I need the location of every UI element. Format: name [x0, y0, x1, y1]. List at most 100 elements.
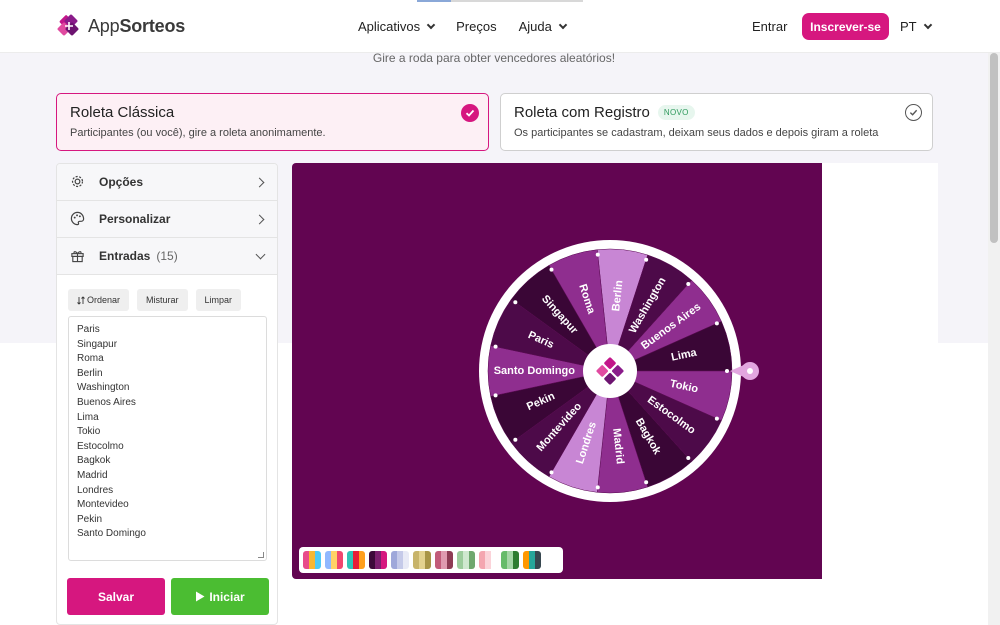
language-label: PT [900, 19, 917, 34]
wheel-peg [493, 344, 498, 349]
chevron-down-icon [255, 249, 266, 260]
sidebar-customize[interactable]: Personalizar [57, 201, 277, 238]
entry-line: Estocolmo [77, 440, 124, 452]
nav-pricing[interactable]: Preços [456, 19, 496, 34]
check-circle-outline-icon [905, 104, 922, 121]
mode-classic-title: Roleta Clássica [70, 104, 175, 121]
wheel-peg [513, 300, 518, 305]
entry-line: Berlin [77, 367, 103, 379]
sidebar-entries[interactable]: Entradas (15) [57, 238, 277, 275]
resize-handle-icon[interactable] [258, 552, 264, 558]
palette-swatch[interactable] [501, 551, 519, 569]
gift-icon [70, 248, 86, 264]
entry-line: Londres [77, 484, 114, 496]
entry-line: Lima [77, 411, 99, 423]
palette-swatch[interactable] [457, 551, 475, 569]
sort-label: Ordenar [87, 295, 121, 305]
wheel-peg [686, 282, 691, 287]
mode-card-classic[interactable]: Roleta Clássica Participantes (ou você),… [56, 93, 489, 151]
sort-icon [77, 295, 85, 305]
wheel-stage: Berlin Washington Buenos Aires Lima Tokio Est… [292, 163, 822, 579]
sort-button[interactable]: Ordenar [68, 289, 130, 311]
mode-registro-title: Roleta com Registro [514, 104, 650, 121]
chevron-right-icon [254, 177, 265, 188]
logo[interactable]: AppSorteos [56, 13, 185, 39]
top-tab-track [451, 0, 583, 2]
wheel-peg [644, 257, 649, 262]
start-button[interactable]: Iniciar [171, 578, 269, 615]
palette-swatch[interactable] [369, 551, 387, 569]
gear-icon [70, 174, 86, 190]
palette-swatch[interactable] [413, 551, 431, 569]
mode-card-registro[interactable]: Roleta com Registro NOVO Os participante… [500, 93, 933, 151]
nav-apps[interactable]: Aplicativos [358, 19, 436, 34]
entry-line: Buenos Aires [77, 396, 136, 408]
logo-icon [57, 14, 79, 36]
language-selector[interactable]: PT [900, 19, 932, 34]
wheel-peg [549, 267, 554, 272]
spin-wheel[interactable]: Berlin WashingtonBuenos AiresLimaTokioEst… [292, 163, 822, 579]
palette-swatch[interactable] [523, 551, 541, 569]
nav-help-label: Ajuda [518, 19, 552, 34]
palette-picker [299, 547, 563, 573]
new-badge: NOVO [657, 105, 695, 120]
entry-line: Pekin [77, 513, 103, 525]
clear-button[interactable]: Limpar [195, 289, 242, 311]
entry-line: Paris [77, 324, 100, 335]
chevron-down-icon [923, 20, 932, 30]
sidebar-panel: Opções Personalizar Entradas (15) Ordena… [56, 163, 278, 625]
page-subtitle: Gire a roda para obter vencedores aleató… [372, 51, 616, 65]
chevron-down-icon [558, 20, 568, 30]
logo-prefix: App [88, 15, 120, 36]
main-nav: Aplicativos Preços Ajuda [358, 19, 568, 34]
save-button[interactable]: Salvar [67, 578, 165, 615]
entry-line: Tokio [77, 426, 101, 438]
chevron-right-icon [254, 214, 265, 225]
nav-pricing-label: Preços [456, 19, 497, 34]
palette-swatch[interactable] [303, 551, 321, 569]
signup-button[interactable]: Inscrever-se [802, 13, 889, 40]
logo-text: AppSorteos [88, 16, 185, 37]
wheel-peg [686, 455, 691, 460]
palette-swatch[interactable] [391, 551, 409, 569]
sidebar-customize-label: Personalizar [99, 212, 171, 226]
palette-swatch[interactable] [347, 551, 365, 569]
logo-suffix: Sorteos [119, 15, 186, 36]
palette-swatch[interactable] [325, 551, 343, 569]
login-link[interactable]: Entrar [752, 19, 787, 34]
shuffle-button[interactable]: Misturar [137, 289, 188, 311]
wheel-peg [714, 416, 719, 421]
chevron-down-icon [426, 20, 436, 30]
entry-line: Roma [77, 353, 104, 365]
mode-registro-header: Roleta com Registro NOVO [514, 104, 919, 121]
wheel-hub [583, 344, 637, 398]
wheel-peg [714, 321, 719, 326]
wheel-peg [595, 485, 600, 490]
entry-line: Madrid [77, 469, 108, 481]
entry-line: Santo Domingo [77, 528, 146, 540]
nav-help[interactable]: Ajuda [518, 19, 568, 34]
start-label: Iniciar [209, 589, 245, 604]
palette-icon [70, 211, 86, 227]
wheel-label: Santo Domingo [494, 365, 576, 377]
top-tab-indicator [417, 0, 451, 2]
mode-classic-desc: Participantes (ou você), gire a roleta a… [70, 127, 326, 139]
wheel-peg [595, 252, 600, 257]
entry-line: Montevideo [77, 499, 129, 511]
palette-swatch[interactable] [435, 551, 453, 569]
wheel-side-panel [822, 163, 938, 579]
check-circle-icon [461, 104, 479, 122]
sidebar-options[interactable]: Opções [57, 164, 277, 201]
top-navbar: AppSorteos Aplicativos Preços Ajuda Entr… [0, 0, 1000, 53]
pointer-dot [747, 368, 753, 374]
wheel-peg [549, 470, 554, 475]
entries-textarea[interactable]: Paris Singapur Roma Berlin Washington Buenos … [68, 316, 267, 561]
scrollbar-thumb[interactable] [990, 53, 998, 243]
play-icon [196, 591, 205, 602]
entries-count: (15) [156, 249, 178, 263]
palette-swatch[interactable] [479, 551, 497, 569]
wheel-peg [493, 393, 498, 398]
mode-registro-desc: Os participantes se cadastram, deixam se… [514, 127, 879, 139]
entry-line: Washington [77, 382, 130, 394]
nav-apps-label: Aplicativos [358, 19, 421, 34]
